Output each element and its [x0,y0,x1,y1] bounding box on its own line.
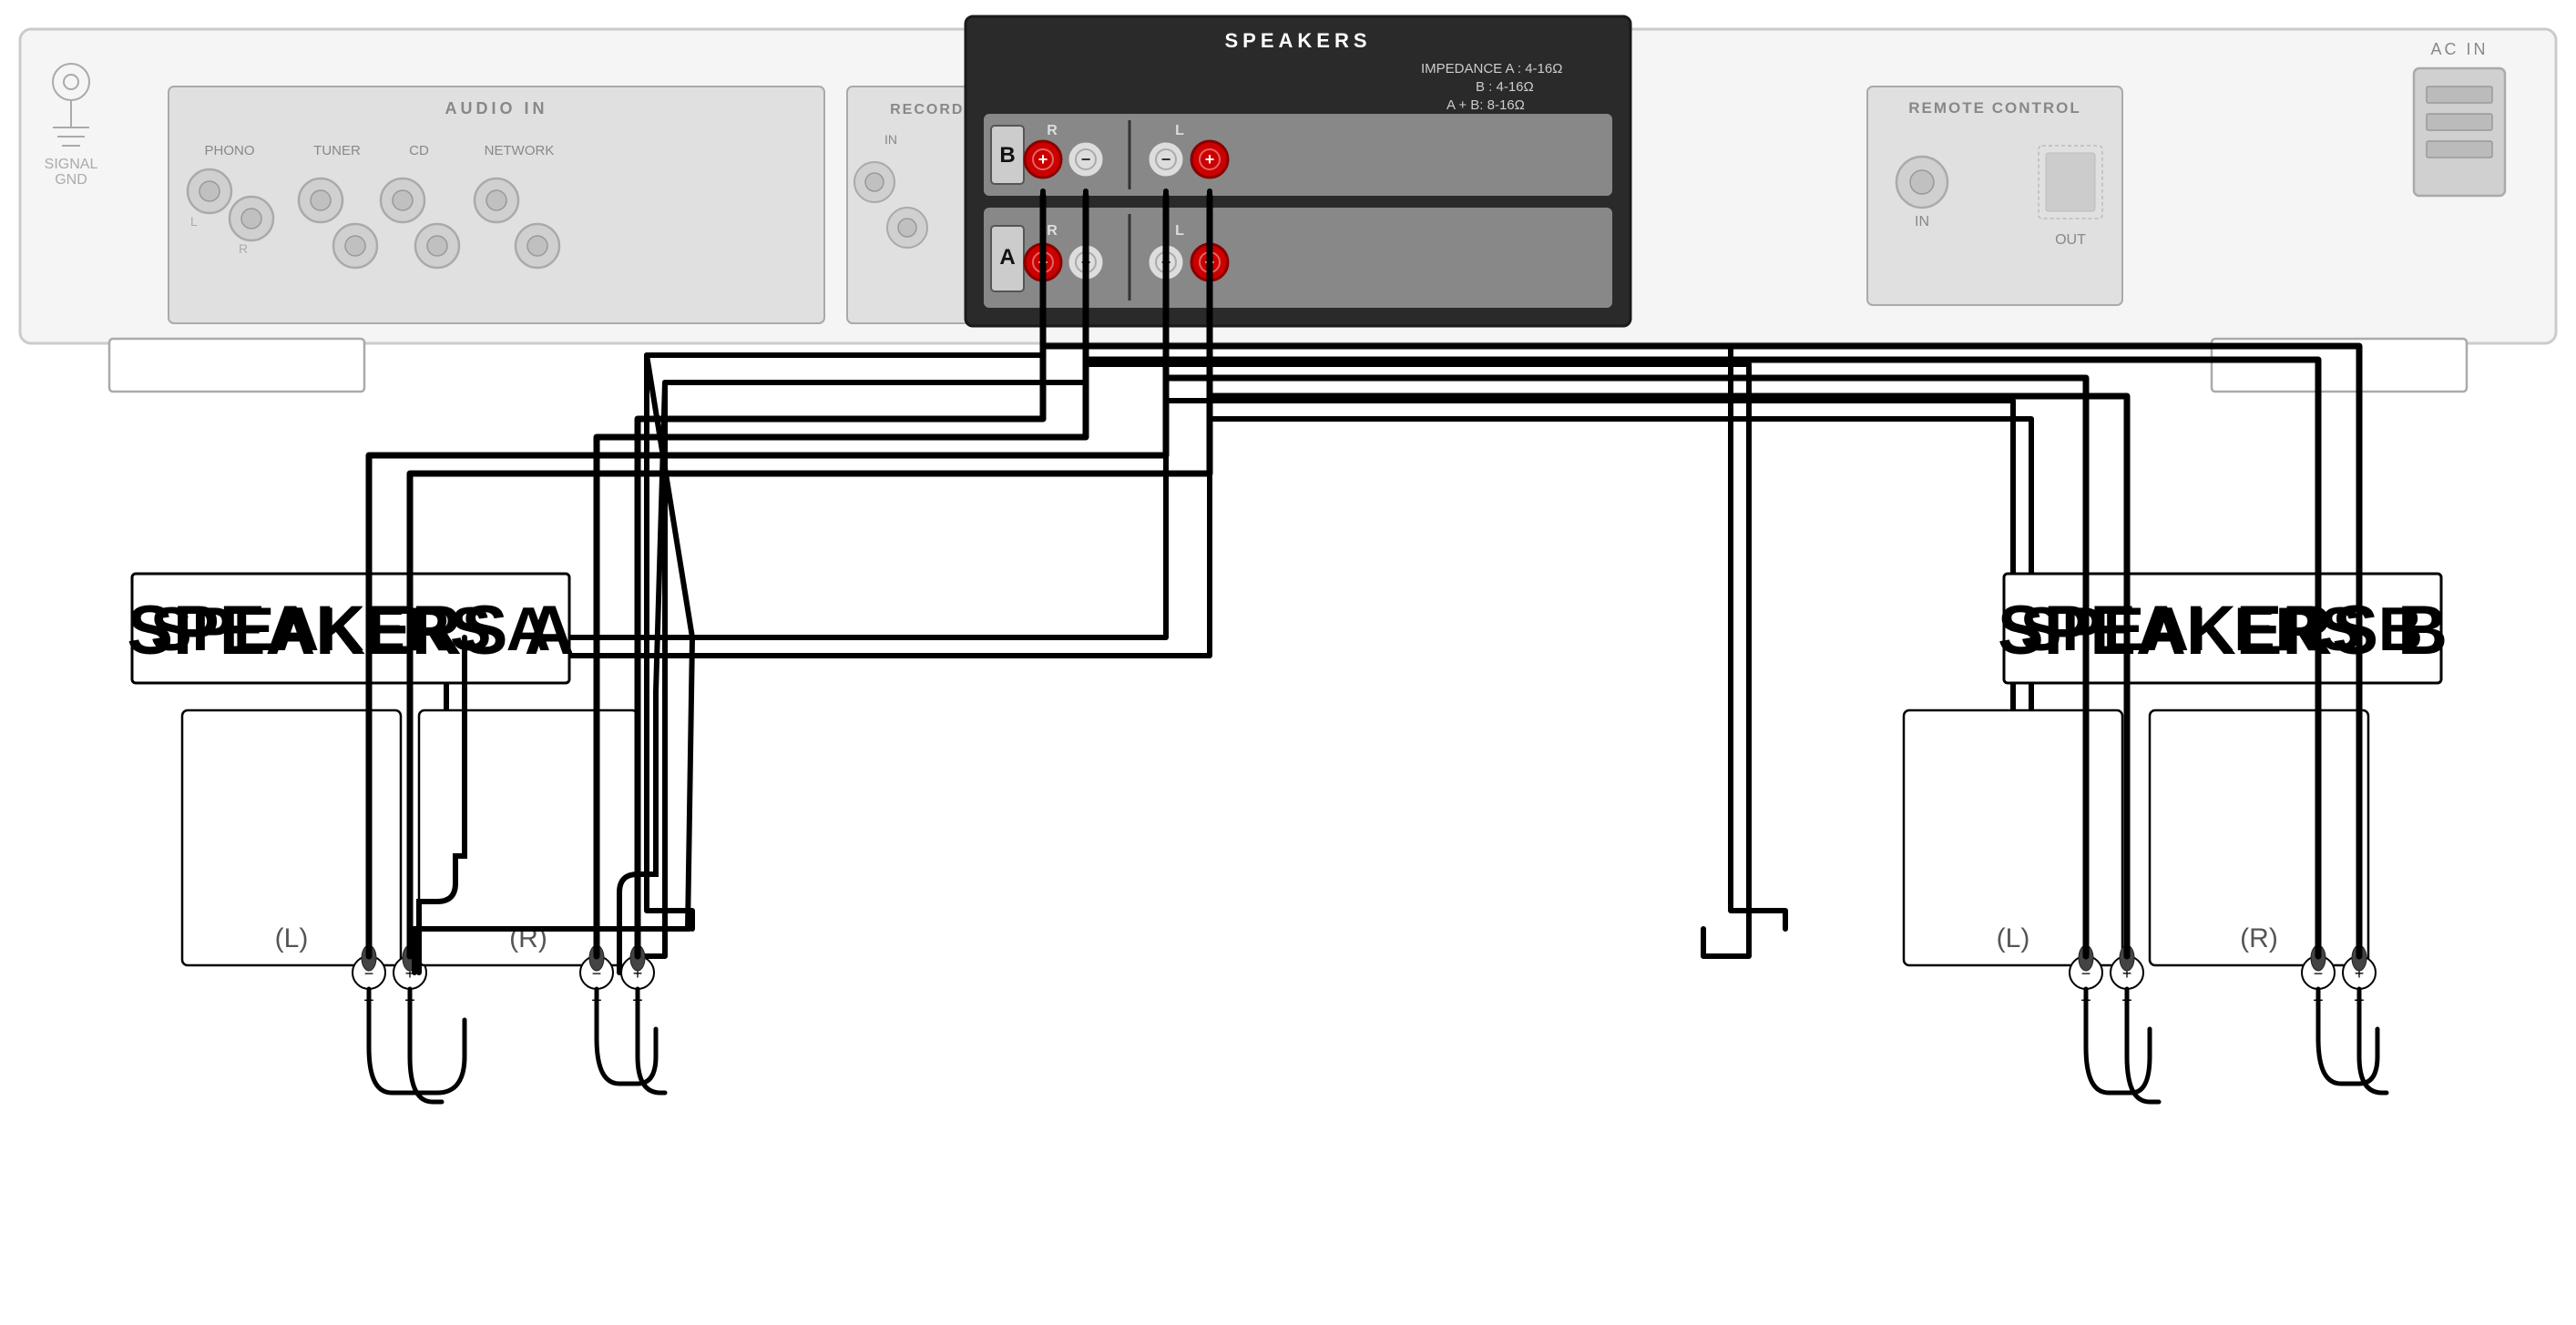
svg-text:A: A [999,245,1015,270]
svg-text:−: − [1161,150,1171,168]
svg-text:IN: IN [1103,132,1116,147]
svg-text:IMPEDANCE A : 4-16Ω: IMPEDANCE A : 4-16Ω [1421,61,1562,76]
svg-text:(L): (L) [1997,923,2030,953]
svg-text:PHONO: PHONO [204,143,254,158]
svg-text:R: R [1047,223,1058,239]
svg-text:+: + [2121,991,2132,1011]
svg-text:+: + [2122,964,2132,983]
svg-text:REMOTE CONTROL: REMOTE CONTROL [1908,99,2081,117]
svg-text:+: + [2355,964,2365,983]
svg-text:OUT: OUT [992,132,1019,147]
diagram-container: SIGNAL GND AUDIO IN PHONO L R TUNER CD N… [0,0,2576,1325]
svg-text:(R): (R) [2240,923,2278,953]
speakers-b-title: SPEAKERS B [2006,579,2438,679]
svg-text:+: + [1205,150,1215,168]
svg-text:(R): (R) [509,923,547,953]
svg-text:R: R [239,241,248,256]
svg-text:+: + [633,964,643,983]
svg-text:TUNER: TUNER [313,143,361,158]
svg-text:−: − [1081,253,1091,271]
svg-text:GND: GND [55,172,87,188]
svg-text:+: + [632,991,643,1011]
svg-text:NETWORK: NETWORK [485,143,555,158]
svg-text:+: + [405,964,415,983]
svg-text:(L): (L) [275,923,309,953]
svg-text:IN: IN [1915,214,1929,229]
svg-text:+: + [1038,253,1048,271]
svg-text:SPEAKERS: SPEAKERS [1224,29,1371,52]
svg-text:−: − [592,964,602,983]
svg-text:CD: CD [409,143,429,158]
svg-text:A + B: 8-16Ω: A + B: 8-16Ω [1446,97,1525,113]
svg-text:IN: IN [884,132,897,147]
svg-text:L: L [1175,223,1184,239]
svg-text:R: R [1047,123,1058,138]
svg-text:L: L [190,214,198,229]
svg-text:AUDIO IN: AUDIO IN [445,99,548,117]
svg-text:AC IN: AC IN [2430,40,2488,58]
svg-text:−: − [1081,150,1091,168]
svg-text:−: − [591,991,602,1011]
svg-text:B : 4-16Ω: B : 4-16Ω [1476,79,1534,95]
svg-text:OUT: OUT [1209,132,1236,147]
svg-text:−: − [2313,991,2324,1011]
svg-text:−: − [364,964,374,983]
speakers-a-title: SPEAKERS A [135,579,567,679]
svg-text:OUT: OUT [2055,232,2086,248]
svg-text:L: L [1175,123,1184,138]
svg-text:+: + [404,991,415,1011]
svg-text:−: − [2314,964,2324,983]
svg-text:−: − [1161,253,1171,271]
svg-text:B: B [999,143,1015,168]
svg-text:+: + [1205,253,1215,271]
svg-text:−: − [2080,991,2091,1011]
svg-text:+: + [1038,150,1048,168]
svg-text:SIGNAL: SIGNAL [45,157,98,172]
svg-text:+: + [2354,991,2365,1011]
svg-text:RECORDER-1: RECORDER-1 [890,102,1005,117]
svg-text:−: − [2081,964,2091,983]
svg-text:−: − [363,991,374,1011]
svg-text:RECORDER-2: RECORDER-2 [1109,102,1223,117]
